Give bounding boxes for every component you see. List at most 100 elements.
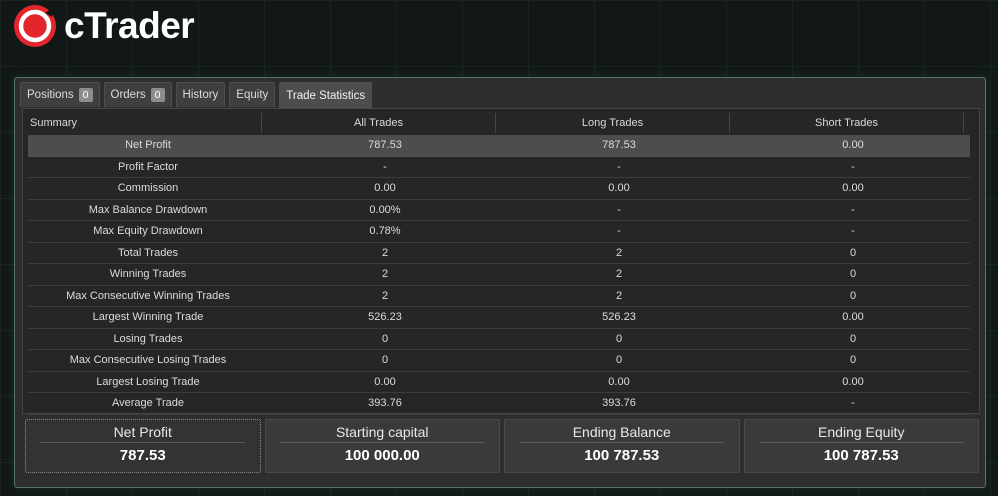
trade-statistics-window: Positions 0 Orders 0 History Equity Trad… [14,77,986,488]
row-value: 526.23 [602,311,636,324]
row-label: Commission [117,182,179,195]
table-body: Net Profit 787.53 787.53 0.00 Profit Factor -… [28,135,970,415]
card-value: 100 000.00 [344,447,420,464]
row-value: 2 [615,289,623,302]
row-value: - [851,397,855,410]
tab-label: Trade Statistics [286,89,366,102]
row-value: 0.00 [374,182,396,195]
row-value: 0 [849,246,857,259]
row-value: - [851,225,855,238]
row-label: Net Profit [125,139,171,152]
card-ending-balance[interactable]: Ending Balance 100 787.53 [504,419,740,473]
row-label: Losing Trades [113,332,183,345]
card-starting-capital[interactable]: Starting capital 100 000.00 [264,419,500,473]
tab-label: Orders [110,89,146,101]
column-header-long-trades[interactable]: Long Trades [496,113,730,133]
row-value: 0 [381,354,389,367]
card-title: Net Profit [40,424,246,443]
tab-label: Equity [236,89,269,101]
row-value: 2 [381,268,389,281]
tab-bar: Positions 0 Orders 0 History Equity Trad… [20,82,373,108]
table-row[interactable]: Winning Trades 2 2 0 [28,264,970,286]
row-value: 0 [849,332,857,345]
row-label: Largest Winning Trade [92,311,204,324]
card-title: Ending Equity [758,424,964,443]
row-value: 2 [615,246,623,259]
row-value: - [851,160,855,173]
table-row[interactable]: Average Trade 393.76 393.76 - [28,393,970,415]
row-value: - [617,203,621,216]
row-label: Total Trades [118,246,178,259]
table-row[interactable]: Max Consecutive Losing Trades 0 0 0 [28,350,970,372]
tab-orders[interactable]: Orders 0 [103,82,172,107]
table-row[interactable]: Net Profit 787.53 787.53 0.00 [28,135,970,157]
table-row[interactable]: Max Consecutive Winning Trades 2 2 0 [28,286,970,307]
summary-cards: Net Profit 787.53 Starting capital 100 0… [25,419,979,473]
row-label: Max Equity Drawdown [93,225,203,238]
count-badge: 0 [78,88,93,102]
row-value: - [617,225,621,238]
table-row[interactable]: Largest Losing Trade 0.00 0.00 0.00 [28,372,970,393]
card-value: 100 787.53 [823,447,899,464]
row-value: 2 [615,268,623,281]
row-value: 526.23 [368,311,402,324]
brand-name: cTrader [64,5,195,46]
tab-history[interactable]: History [175,82,226,107]
card-title: Starting capital [279,424,485,443]
row-value: 0 [849,354,857,367]
row-value: 0 [381,332,389,345]
row-label: Max Consecutive Losing Trades [69,354,227,367]
row-value: - [383,160,387,173]
card-value: 787.53 [119,447,166,464]
row-value: 0.00 [842,311,864,324]
count-badge: 0 [150,88,165,102]
table-row[interactable]: Total Trades 2 2 0 [28,243,970,264]
tab-positions[interactable]: Positions 0 [20,82,100,107]
row-value: 0.00 [608,182,630,195]
table-row[interactable]: Commission 0.00 0.00 0.00 [28,178,970,200]
table-row[interactable]: Losing Trades 0 0 0 [28,329,970,350]
table-row[interactable]: Max Balance Drawdown 0.00% - - [28,200,970,221]
tab-trade-statistics[interactable]: Trade Statistics [279,82,373,108]
row-value: 393.76 [368,397,402,410]
row-value: 0 [615,354,623,367]
column-header-all-trades[interactable]: All Trades [262,113,496,133]
row-value: 2 [381,246,389,259]
column-header-short-trades[interactable]: Short Trades [730,113,964,133]
card-title: Ending Balance [519,424,725,443]
statistics-table: Summary All Trades Long Trades Short Tra… [22,108,980,415]
tab-equity[interactable]: Equity [229,82,276,107]
tab-label: Positions [27,89,74,101]
card-value: 100 787.53 [584,447,660,464]
row-value: 0.00 [842,375,864,388]
row-value: 0.00 [608,375,630,388]
row-value: 0.78% [369,225,401,238]
row-value: 0 [849,268,857,281]
table-row[interactable]: Max Equity Drawdown 0.78% - - [28,221,970,243]
row-value: - [851,203,855,216]
row-label: Max Balance Drawdown [88,203,208,216]
app-header: cTrader [12,4,195,48]
table-row[interactable]: Largest Winning Trade 526.23 526.23 0.00 [28,307,970,329]
ctrader-logo-icon [14,5,56,47]
row-value: 0.00 [374,375,396,388]
row-label: Largest Losing Trade [96,375,200,388]
row-value: 787.53 [602,139,636,152]
row-value: 0.00 [842,139,864,152]
card-ending-equity[interactable]: Ending Equity 100 787.53 [743,419,979,473]
row-label: Winning Trades [109,268,187,281]
row-label: Max Consecutive Winning Trades [66,289,230,302]
card-net-profit[interactable]: Net Profit 787.53 [25,419,261,473]
table-row[interactable]: Profit Factor - - - [28,157,970,178]
row-label: Profit Factor [118,160,178,173]
row-value: 787.53 [368,139,402,152]
row-value: 393.76 [602,397,636,410]
row-value: 0 [849,289,857,302]
row-value: 2 [381,289,389,302]
table-header: Summary All Trades Long Trades Short Tra… [23,113,973,133]
row-value: 0.00% [369,203,401,216]
row-value: 0.00 [842,182,864,195]
tab-label: History [182,89,219,101]
column-header-summary[interactable]: Summary [23,113,262,133]
row-value: 0 [615,332,623,345]
